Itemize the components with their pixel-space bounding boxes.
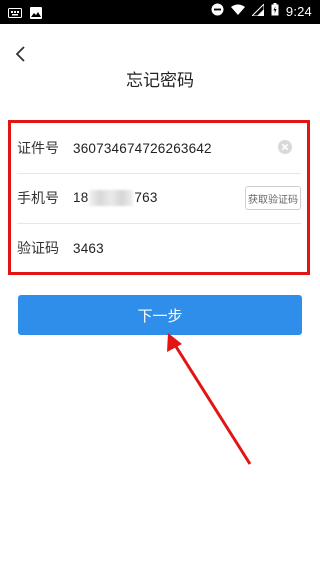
next-button[interactable]: 下一步	[18, 295, 302, 335]
back-button[interactable]	[10, 42, 30, 66]
keyboard-icon	[8, 4, 22, 23]
id-number-label: 证件号	[17, 141, 59, 157]
code-input[interactable]: 3463	[73, 241, 104, 256]
code-row: 验证码 3463	[17, 223, 301, 273]
get-code-button[interactable]: 获取验证码	[245, 186, 301, 210]
clock: 9:24	[285, 3, 312, 19]
signal-icon	[250, 2, 265, 19]
phone-prefix: 18	[73, 189, 89, 205]
image-icon	[30, 4, 42, 23]
id-number-input[interactable]: 360734674726263642	[73, 141, 212, 156]
reset-password-form: 证件号 360734674726263642 手机号 18 763 获取验证码 验…	[8, 120, 310, 275]
phone-input[interactable]: 18 763	[73, 189, 158, 207]
phone-label: 手机号	[17, 191, 59, 207]
code-label: 验证码	[17, 241, 59, 257]
dnd-icon	[211, 3, 224, 19]
phone-row: 手机号 18 763 获取验证码	[17, 173, 301, 224]
phone-suffix: 763	[134, 189, 158, 205]
status-bar: 9:24	[0, 0, 320, 24]
page-title: 忘记密码	[126, 71, 194, 91]
chevron-left-icon	[15, 46, 25, 62]
wifi-icon	[230, 4, 245, 19]
id-number-row: 证件号 360734674726263642	[17, 123, 301, 174]
clear-icon[interactable]	[277, 139, 293, 155]
battery-charging-icon	[271, 3, 279, 19]
redacted-digits	[89, 190, 134, 207]
